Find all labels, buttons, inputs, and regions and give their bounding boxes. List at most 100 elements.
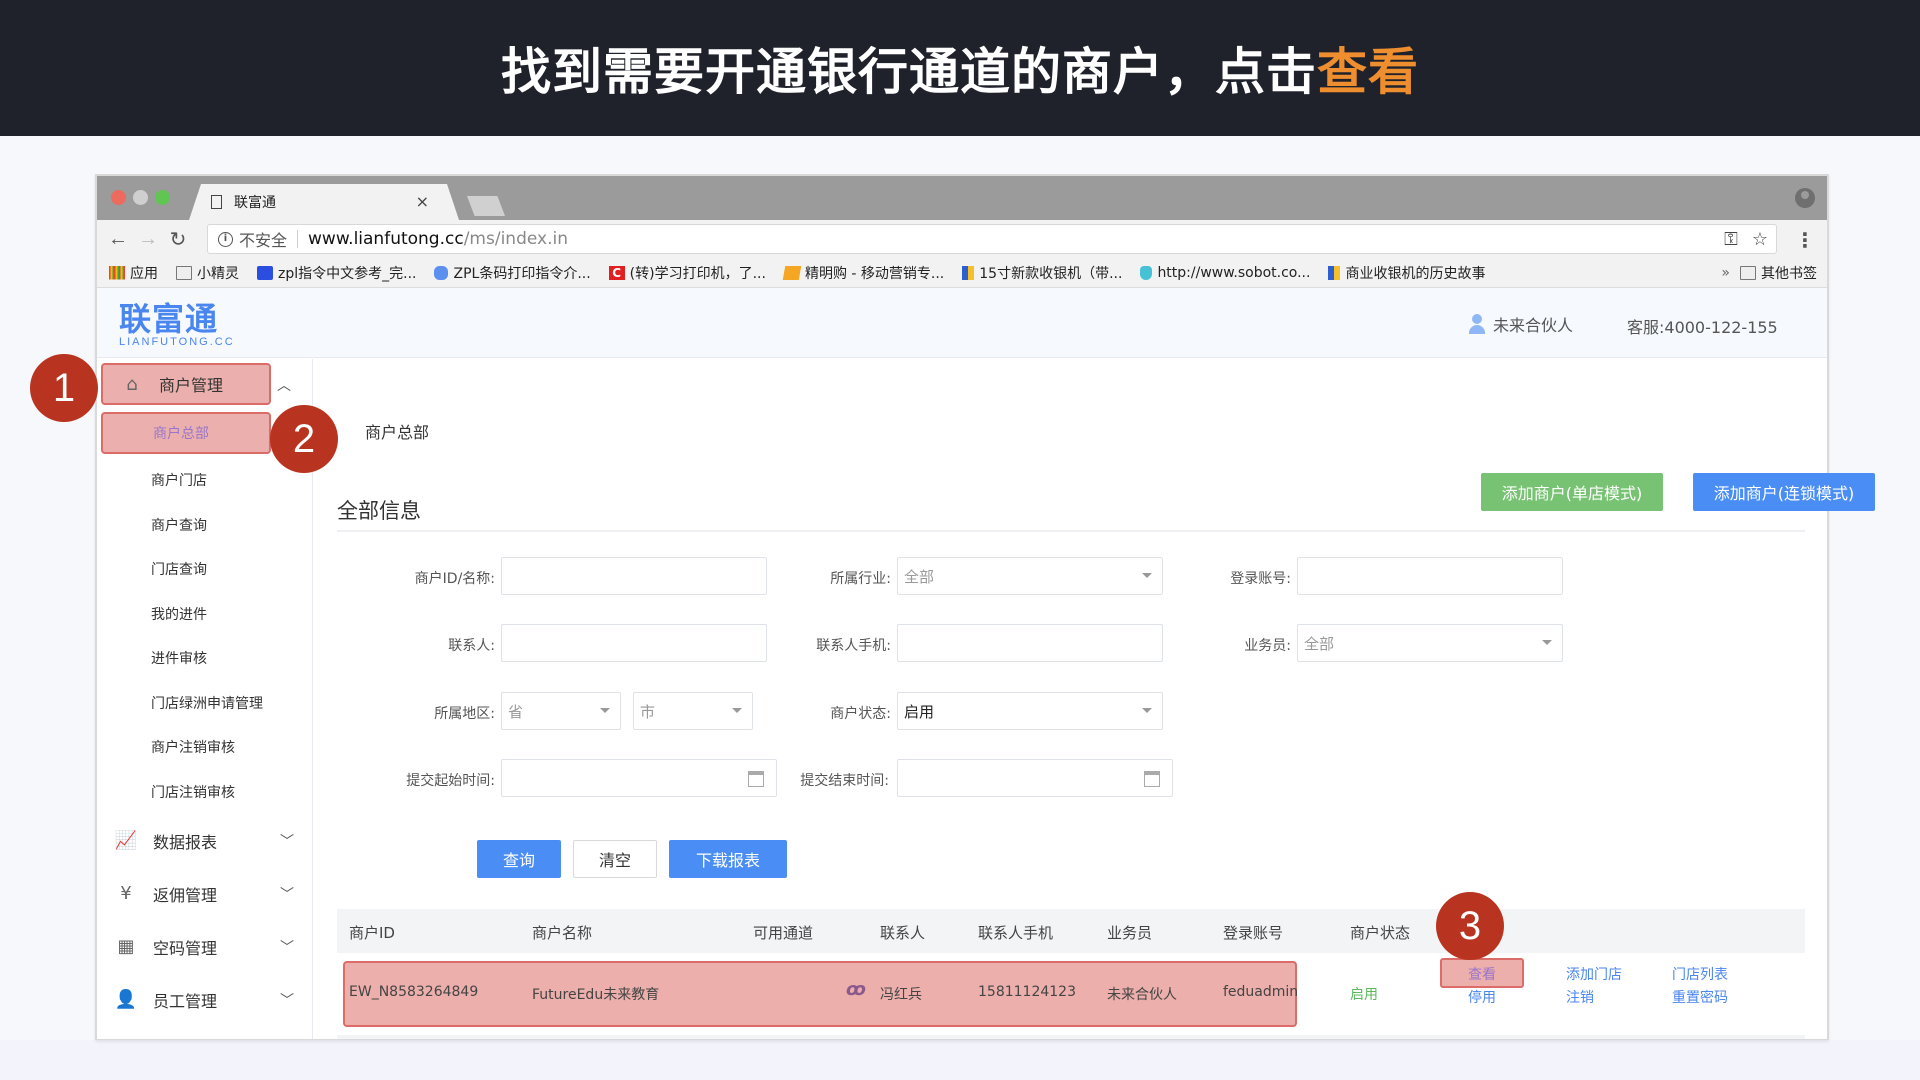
- sidebar-group-commission[interactable]: ¥ 返佣管理 ﹀: [97, 867, 312, 920]
- banner-title-text: 找到需要开通银行通道的商户，点击: [501, 43, 1317, 101]
- sidebar-item-merchant-hq[interactable]: 商户总部: [101, 412, 271, 454]
- browser-toolbar: ← → ↻ i 不安全 www.lianfutong.cc/ms/index.i…: [97, 220, 1827, 258]
- calendar-icon[interactable]: [1144, 771, 1160, 787]
- column-header: 商户名称: [532, 924, 593, 942]
- app-header: 联富通 LIANFUTONG.CC 未来合伙人 客服:4000-122-155: [97, 288, 1827, 358]
- key-icon[interactable]: ⚿: [1724, 229, 1738, 250]
- sidebar-group-empty-code[interactable]: ▦ 空码管理 ﹀: [97, 920, 312, 973]
- sidebar-item-store-query[interactable]: 门店查询: [97, 547, 312, 592]
- disable-link[interactable]: 停用: [1468, 987, 1496, 1007]
- sidebar-group-staff[interactable]: 👤 员工管理 ﹀: [97, 973, 312, 1026]
- column-header: 登录账号: [1223, 924, 1284, 942]
- column-header: 可用通道: [753, 924, 814, 942]
- browser-tab[interactable]: 联富通 ×: [189, 184, 459, 220]
- bookmark-label: 精明购 - 移动营销专...: [804, 265, 945, 282]
- logo-text: 联富通: [119, 300, 219, 338]
- tooth-icon: [1140, 265, 1153, 280]
- contact-phone-label: 联系人手机:: [816, 638, 891, 654]
- star-icon[interactable]: ☆: [1752, 229, 1768, 250]
- tab-close-icon[interactable]: ×: [416, 192, 429, 211]
- minimize-window-button[interactable]: [133, 190, 148, 205]
- profile-icon[interactable]: [1795, 188, 1815, 208]
- add-merchant-chain-button[interactable]: 添加商户(连锁模式): [1693, 473, 1875, 511]
- cancel-link[interactable]: 注销: [1566, 987, 1594, 1007]
- city-select[interactable]: 市: [633, 692, 753, 730]
- address-bar[interactable]: i 不安全 www.lianfutong.cc/ms/index.in ⚿ ☆: [207, 224, 1777, 254]
- info-icon[interactable]: i: [218, 231, 233, 247]
- bookmark-item[interactable]: zpl指令中文参考_完...: [257, 263, 416, 283]
- bookmarks-overflow-button[interactable]: »: [1721, 265, 1730, 281]
- other-bookmarks[interactable]: 其他书签: [1740, 263, 1817, 283]
- sidebar-group-label: 数据报表: [153, 832, 218, 852]
- bookmarks-bar: 应用 小精灵 zpl指令中文参考_完... ZPL条码打印指令介... C (转)…: [97, 258, 1827, 288]
- sidebar-item-merchant-cancel-review[interactable]: 商户注销审核: [97, 725, 312, 770]
- breadcrumb: 商户总部: [365, 423, 430, 442]
- sidebar-item-application-review[interactable]: 进件审核: [97, 636, 312, 681]
- status-select[interactable]: 启用: [897, 692, 1163, 730]
- bookmark-label: 15寸新款收银机（带...: [979, 265, 1123, 282]
- end-time-input[interactable]: [897, 759, 1173, 797]
- reload-icon[interactable]: ↻: [163, 227, 193, 252]
- chevron-down-icon: ﹀: [280, 939, 294, 956]
- maximize-window-button[interactable]: [155, 190, 170, 205]
- sidebar-group-data-reports[interactable]: 📈 数据报表 ﹀: [97, 814, 312, 867]
- bookmark-item[interactable]: 精明购 - 移动营销专...: [782, 263, 945, 283]
- background-decoration: [0, 1040, 1920, 1080]
- chart-monitor-icon: 📈: [114, 830, 138, 851]
- browser-titlebar: 联富通 ×: [97, 176, 1827, 220]
- security-label[interactable]: 不安全: [239, 227, 287, 251]
- merchant-id-input[interactable]: [501, 557, 767, 595]
- sidebar-item-oasis-management[interactable]: 门店绿洲申请管理: [97, 681, 312, 726]
- baidu-paw-icon: [257, 265, 273, 280]
- view-link[interactable]: 查看: [1468, 964, 1496, 984]
- url-host: www.lianfutong.cc: [308, 229, 464, 249]
- query-button[interactable]: 查询: [477, 840, 561, 878]
- bookmark-item[interactable]: http://www.sobot.co...: [1140, 265, 1310, 281]
- j-icon: [962, 265, 975, 280]
- chevron-up-icon[interactable]: ︿: [277, 375, 291, 395]
- reset-password-link[interactable]: 重置密码: [1672, 987, 1728, 1007]
- industry-select[interactable]: 全部: [897, 557, 1163, 595]
- bookmark-item[interactable]: 小精灵: [176, 263, 239, 283]
- download-report-button[interactable]: 下载报表: [669, 840, 787, 878]
- contact-phone-input[interactable]: [897, 624, 1163, 662]
- column-header: 联系人: [880, 924, 926, 942]
- bookmark-item[interactable]: ZPL条码打印指令介...: [434, 263, 591, 283]
- login-account-input[interactable]: [1297, 557, 1563, 595]
- kebab-menu-icon[interactable]: ⋮: [1795, 228, 1815, 253]
- sidebar-item-my-applications[interactable]: 我的进件: [97, 592, 312, 637]
- close-window-button[interactable]: [111, 190, 126, 205]
- banner-title-highlight: 查看: [1317, 43, 1419, 101]
- user-menu[interactable]: 未来合伙人: [1469, 312, 1573, 336]
- clear-button[interactable]: 清空: [573, 840, 657, 878]
- new-tab-button[interactable]: [467, 196, 505, 216]
- chevron-down-icon: ﹀: [280, 833, 294, 850]
- sidebar-item-merchant-stores[interactable]: 商户门店: [97, 458, 312, 503]
- cell-login: feduadmin: [1223, 984, 1299, 1000]
- bookmark-item[interactable]: 商业收银机的历史故事: [1328, 263, 1485, 283]
- sidebar-item-store-cancel-review[interactable]: 门店注销审核: [97, 770, 312, 815]
- contact-input[interactable]: [501, 624, 767, 662]
- store-list-link[interactable]: 门店列表: [1672, 964, 1728, 984]
- logo[interactable]: 联富通 LIANFUTONG.CC: [119, 302, 235, 348]
- industry-label: 所属行业:: [830, 571, 891, 587]
- sidebar-group-merchant-management[interactable]: ⌂ 商户管理: [101, 363, 271, 405]
- bookmark-item[interactable]: 15寸新款收银机（带...: [962, 263, 1122, 283]
- dropdown-caret-icon: [1142, 573, 1152, 578]
- province-select[interactable]: 省: [501, 692, 621, 730]
- yen-calendar-icon: ¥: [120, 883, 132, 904]
- start-time-input[interactable]: [501, 759, 777, 797]
- sidebar-item-merchant-query[interactable]: 商户查询: [97, 503, 312, 548]
- bookmark-apps[interactable]: 应用: [109, 263, 158, 283]
- back-arrow-icon[interactable]: ←: [103, 228, 133, 251]
- shopping-icon: [782, 265, 802, 280]
- tab-title: 联富通: [234, 195, 276, 211]
- bookmark-item[interactable]: C (转)学习打印机，了...: [608, 263, 766, 283]
- salesman-select[interactable]: 全部: [1297, 624, 1563, 662]
- c-icon: C: [608, 265, 625, 280]
- add-store-link[interactable]: 添加门店: [1566, 964, 1622, 984]
- forward-arrow-icon[interactable]: →: [133, 228, 163, 251]
- merchant-id-label: 商户ID/名称:: [414, 571, 495, 587]
- add-merchant-single-button[interactable]: 添加商户(单店模式): [1481, 473, 1663, 511]
- address-separator: [297, 230, 299, 248]
